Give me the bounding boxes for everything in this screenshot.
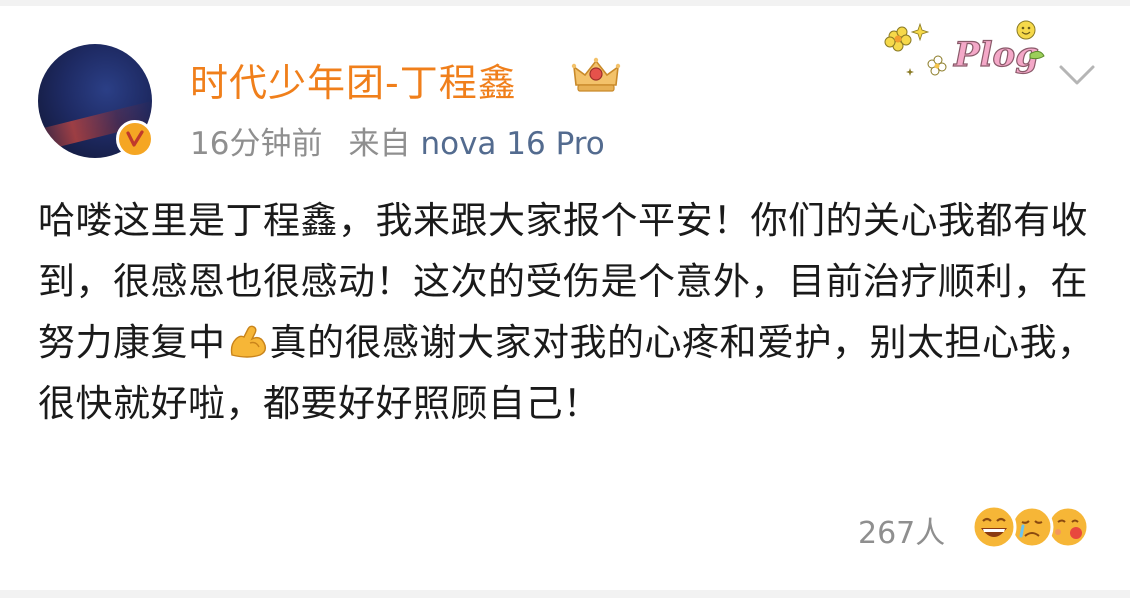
top-divider	[0, 0, 1130, 6]
post-meta: 16分钟前 来自 nova 16 Pro	[190, 118, 605, 163]
grinning-face-icon	[971, 504, 1017, 550]
kissing-face-icon	[1046, 505, 1090, 549]
reaction-icons[interactable]	[968, 502, 1098, 552]
post-time: 16分钟前	[190, 126, 323, 162]
plog-sticker: Plog	[880, 14, 1048, 90]
crying-face-icon	[1010, 505, 1054, 549]
plog-sticker-text: Plog	[953, 35, 1039, 75]
device-name[interactable]: nova 16 Pro	[420, 126, 604, 162]
verified-v-icon	[116, 120, 154, 158]
source-label: 来自	[348, 126, 411, 162]
flexed-biceps-icon	[226, 318, 270, 358]
bottom-divider	[0, 590, 1130, 598]
post-body: 哈喽这里是丁程鑫，我来跟大家报个平安！你们的关心我都有收到，很感恩也很感动！这次…	[38, 190, 1098, 434]
author-name[interactable]: 时代少年团-丁程鑫	[190, 52, 517, 107]
reaction-count[interactable]: 267人	[858, 508, 945, 552]
chevron-down-icon[interactable]	[1055, 58, 1099, 92]
crown-icon[interactable]	[570, 55, 622, 95]
